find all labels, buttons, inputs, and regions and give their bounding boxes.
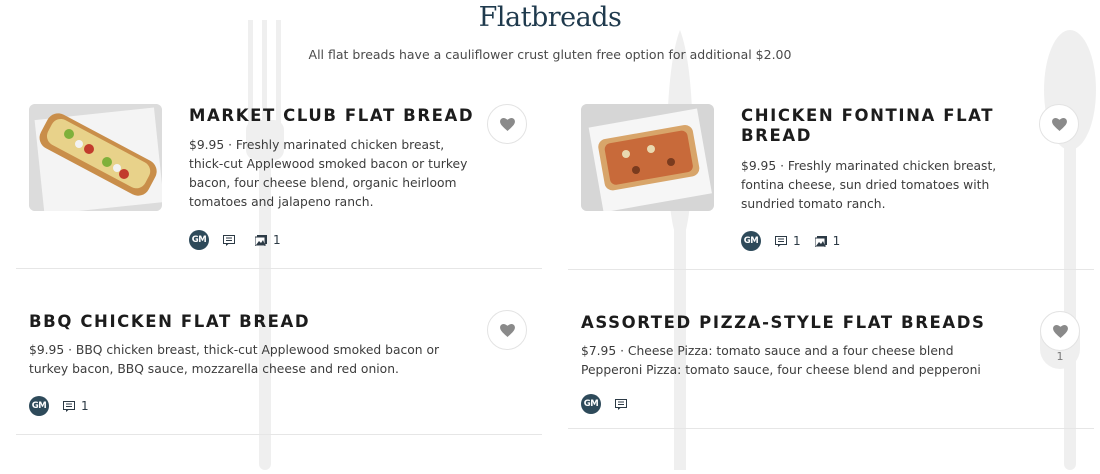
user-avatar-badge[interactable]: GM bbox=[29, 396, 49, 416]
user-avatar-badge[interactable]: GM bbox=[581, 394, 601, 414]
favorite-button[interactable] bbox=[487, 104, 527, 144]
menu-item-card[interactable]: BBQ CHICKEN FLAT BREAD $9.95 · BBQ chick… bbox=[16, 298, 542, 435]
menu-item-description: Pepperoni Pizza: tomato sauce, four chee… bbox=[581, 363, 981, 377]
photo-icon bbox=[255, 234, 267, 246]
comments-button[interactable] bbox=[223, 234, 241, 246]
menu-item-meta: GM 1 1 bbox=[741, 231, 840, 251]
comments-button[interactable]: 1 bbox=[63, 399, 89, 413]
favorite-count: 1 bbox=[1056, 350, 1064, 363]
user-avatar-badge[interactable]: GM bbox=[741, 231, 761, 251]
comments-button[interactable]: 1 bbox=[775, 234, 801, 248]
favorite-button[interactable] bbox=[487, 310, 527, 350]
photos-button[interactable]: 1 bbox=[255, 233, 281, 247]
menu-item-meta: GM bbox=[581, 394, 633, 414]
heart-icon bbox=[1052, 324, 1068, 338]
comment-icon bbox=[615, 398, 627, 410]
menu-item-title: CHICKEN FONTINA FLAT BREAD bbox=[741, 106, 995, 145]
menu-item-title: ASSORTED PIZZA-STYLE FLAT BREADS bbox=[581, 313, 986, 332]
menu-item-description: $9.95 · Freshly marinated chicken breast… bbox=[741, 159, 997, 211]
menu-item-photo[interactable] bbox=[581, 104, 714, 211]
favorite-button[interactable] bbox=[1040, 311, 1080, 351]
menu-item-card[interactable]: MARKET CLUB FLAT BREAD $9.95 · Freshly m… bbox=[16, 92, 542, 269]
favorite-button[interactable] bbox=[1039, 104, 1079, 144]
section-subtitle: All flat breads have a cauliflower crust… bbox=[308, 47, 792, 62]
menu-item-card[interactable]: CHICKEN FONTINA FLAT BREAD $9.95 · Fresh… bbox=[568, 92, 1094, 270]
menu-item-title: MARKET CLUB FLAT BREAD bbox=[189, 106, 475, 125]
menu-item-title: BBQ CHICKEN FLAT BREAD bbox=[29, 312, 311, 331]
menu-item-photo[interactable] bbox=[29, 104, 162, 211]
comment-count: 1 bbox=[81, 399, 89, 413]
menu-item-card[interactable]: ASSORTED PIZZA-STYLE FLAT BREADS $7.95 ·… bbox=[568, 299, 1094, 429]
photo-icon bbox=[814, 235, 827, 247]
user-avatar-badge[interactable]: GM bbox=[189, 230, 209, 250]
photo-count: 1 bbox=[273, 233, 281, 247]
comment-icon bbox=[223, 234, 235, 246]
photo-count: 1 bbox=[832, 234, 841, 248]
menu-item-description: $7.95 · Cheese Pizza: tomato sauce and a… bbox=[581, 344, 954, 358]
section-title: Flatbreads bbox=[478, 2, 622, 33]
comment-icon bbox=[63, 400, 75, 412]
heart-icon bbox=[499, 117, 515, 131]
menu-item-meta: GM 1 bbox=[189, 230, 281, 250]
photos-button[interactable]: 1 bbox=[814, 234, 841, 248]
heart-icon bbox=[1051, 117, 1067, 131]
comment-count: 1 bbox=[793, 234, 801, 248]
menu-item-description: $9.95 · Freshly marinated chicken breast… bbox=[189, 138, 468, 209]
menu-item-description: $9.95 · BBQ chicken breast, thick-cut Ap… bbox=[29, 343, 440, 376]
comment-icon bbox=[775, 235, 787, 247]
menu-item-meta: GM 1 bbox=[29, 396, 89, 416]
heart-icon bbox=[499, 323, 515, 337]
comments-button[interactable] bbox=[615, 398, 633, 410]
